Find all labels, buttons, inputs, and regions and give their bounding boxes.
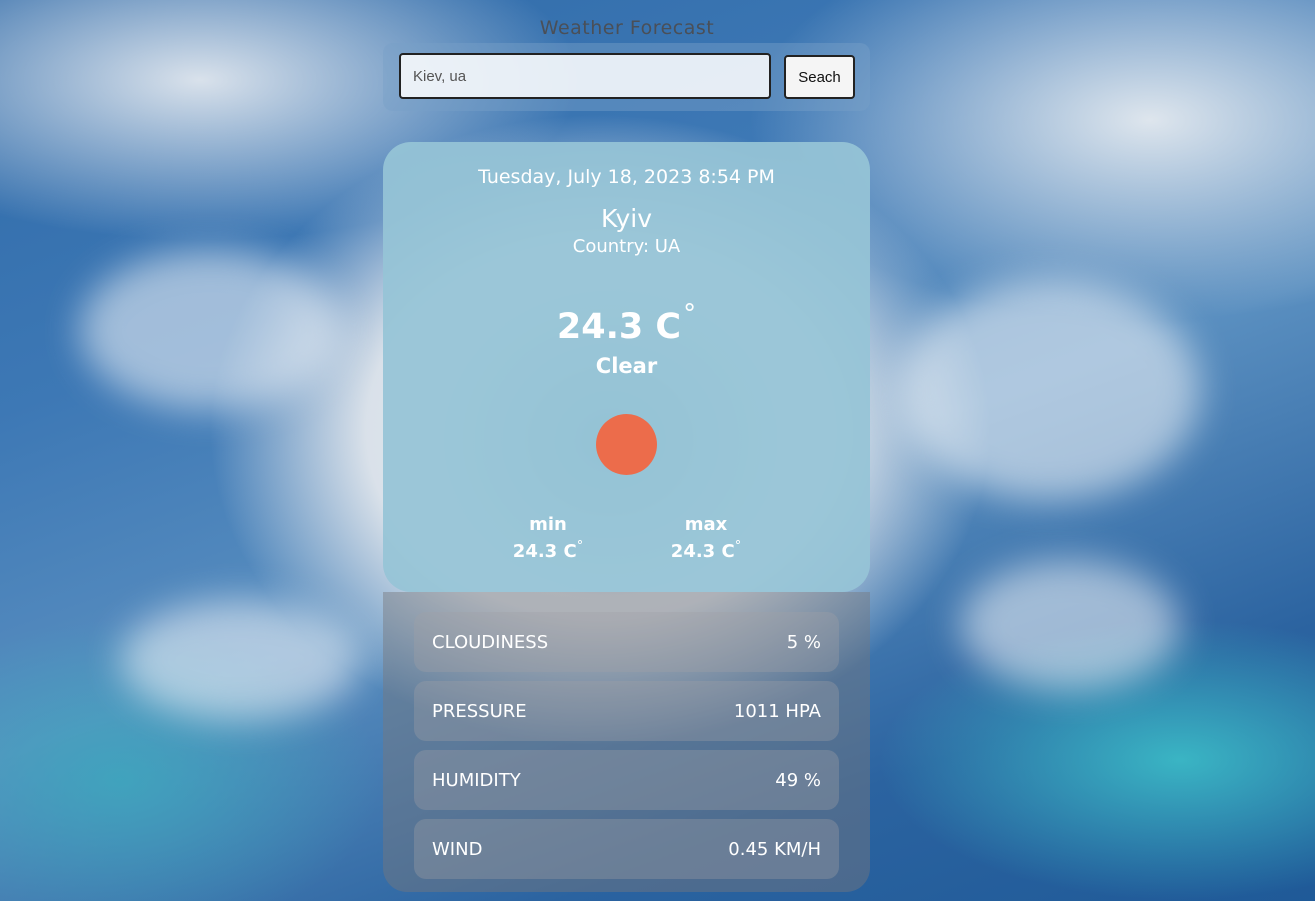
- detail-value: 5 %: [786, 631, 821, 653]
- degree-symbol: °: [683, 299, 697, 329]
- detail-value: 1011 HPA: [733, 700, 821, 722]
- temperature-value: 24.3 C: [556, 307, 682, 347]
- detail-row-humidity: HUMIDITY 49 %: [414, 750, 839, 810]
- detail-value: 49 %: [775, 769, 821, 791]
- max-value: 24.3 C: [670, 541, 735, 562]
- detail-label: CLOUDINESS: [432, 631, 549, 653]
- date-time: Tuesday, July 18, 2023 8:54 PM: [478, 166, 775, 188]
- detail-label: HUMIDITY: [432, 769, 521, 791]
- min-value: 24.3 C: [512, 541, 577, 562]
- background-cloud: [960, 560, 1180, 690]
- max-label: max: [684, 514, 728, 535]
- background-cloud: [80, 250, 340, 410]
- background-cloud: [120, 600, 360, 720]
- background-cloud: [900, 280, 1200, 500]
- detail-value: 0.45 KM/H: [728, 838, 821, 860]
- detail-row-pressure: PRESSURE 1011 HPA: [414, 681, 839, 741]
- weather-card: Tuesday, July 18, 2023 8:54 PM Kyiv Coun…: [383, 142, 870, 592]
- search-bar: Seach: [383, 43, 870, 111]
- page-title: Weather Forecast: [539, 17, 715, 39]
- detail-label: PRESSURE: [432, 700, 527, 722]
- detail-row-wind: WIND 0.45 KM/H: [414, 819, 839, 879]
- city-search-input[interactable]: [399, 53, 771, 99]
- weather-condition: Clear: [595, 354, 658, 378]
- degree-symbol: °: [734, 539, 742, 554]
- max-temperature: max 24.3 C°: [651, 514, 761, 562]
- min-label: min: [529, 514, 567, 535]
- detail-row-cloudiness: CLOUDINESS 5 %: [414, 612, 839, 672]
- search-button[interactable]: Seach: [784, 55, 855, 99]
- city-name: Kyiv: [600, 204, 653, 233]
- sun-icon: [596, 414, 657, 475]
- weather-details: CLOUDINESS 5 % PRESSURE 1011 HPA HUMIDIT…: [383, 592, 870, 892]
- detail-label: WIND: [432, 838, 483, 860]
- degree-symbol: °: [576, 539, 584, 554]
- current-temperature: 24.3 C°: [383, 299, 870, 347]
- country-label: Country: UA: [572, 236, 681, 257]
- min-temperature: min 24.3 C°: [493, 514, 603, 562]
